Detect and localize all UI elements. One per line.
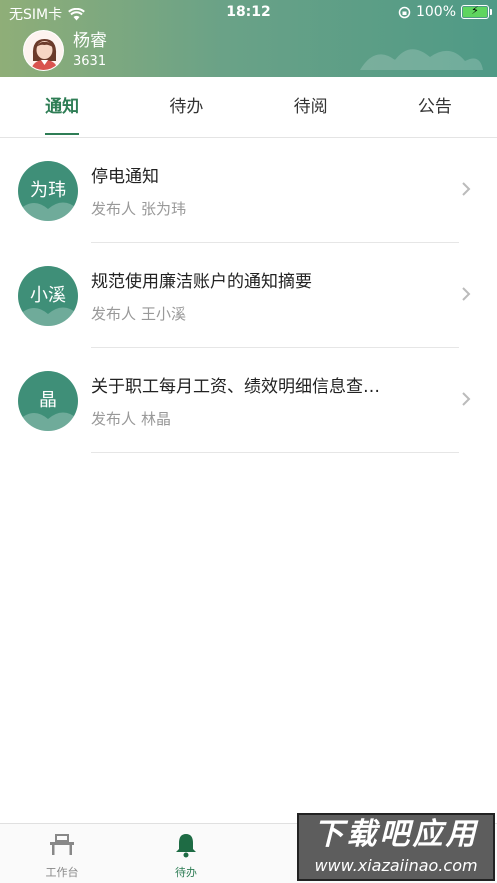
watermark-logo: 下载吧应用 www.xiazaiinao.com: [297, 813, 495, 881]
notice-publisher: 发布人 林晶: [91, 410, 172, 428]
battery-charging-icon: ⚡: [461, 4, 492, 19]
user-profile[interactable]: 杨睿 3631: [23, 30, 107, 71]
bell-icon: [176, 834, 196, 858]
chevron-right-icon: [462, 392, 471, 406]
notice-title: 停电通知: [91, 167, 159, 187]
workbench-icon: [50, 834, 74, 855]
tab-to-read[interactable]: 待阅: [249, 77, 373, 137]
publisher-avatar: 晶: [18, 371, 78, 431]
tab-todo[interactable]: 待办: [124, 77, 248, 137]
tab-bar-top: 通知 待办 待阅 公告: [0, 77, 497, 138]
orientation-lock-icon: [398, 6, 411, 18]
header: 无SIM卡 18:12 100% ⚡ 杨睿 3631: [0, 0, 497, 77]
cloud-pattern-icon: [360, 49, 483, 70]
publisher-avatar: 为玮: [18, 161, 78, 221]
list-item[interactable]: 晶 关于职工每月工资、绩效明细信息查… 发布人 林晶: [0, 348, 497, 453]
status-bar: 无SIM卡 18:12 100% ⚡: [0, 0, 497, 26]
list-item[interactable]: 小溪 规范使用廉洁账户的通知摘要 发布人 王小溪: [0, 243, 497, 348]
notice-title: 规范使用廉洁账户的通知摘要: [91, 272, 312, 292]
notice-list: 为玮 停电通知 发布人 张为玮 小溪 规范使用廉洁账户的通知摘要 发布人 王小溪 晶…: [0, 138, 497, 453]
chevron-right-icon: [462, 287, 471, 301]
notice-publisher: 发布人 张为玮: [91, 200, 187, 218]
watermark-url: www.xiazaiinao.com: [314, 856, 478, 875]
notice-publisher: 发布人 王小溪: [91, 305, 187, 323]
divider: [91, 452, 459, 453]
tabbar-todo[interactable]: 待办: [146, 832, 226, 880]
avatar[interactable]: [23, 30, 64, 71]
tab-announcements[interactable]: 公告: [373, 77, 497, 137]
user-id: 3631: [73, 53, 107, 69]
user-name: 杨睿: [73, 30, 107, 51]
publisher-avatar: 小溪: [18, 266, 78, 326]
notice-title: 关于职工每月工资、绩效明细信息查…: [91, 377, 380, 397]
chevron-right-icon: [462, 182, 471, 196]
list-item[interactable]: 为玮 停电通知 发布人 张为玮: [0, 138, 497, 243]
tabbar-workbench[interactable]: 工作台: [22, 832, 102, 880]
watermark-title: 下载吧应用: [313, 817, 479, 852]
battery-percent: 100%: [415, 4, 456, 20]
tab-notices[interactable]: 通知: [0, 77, 124, 137]
